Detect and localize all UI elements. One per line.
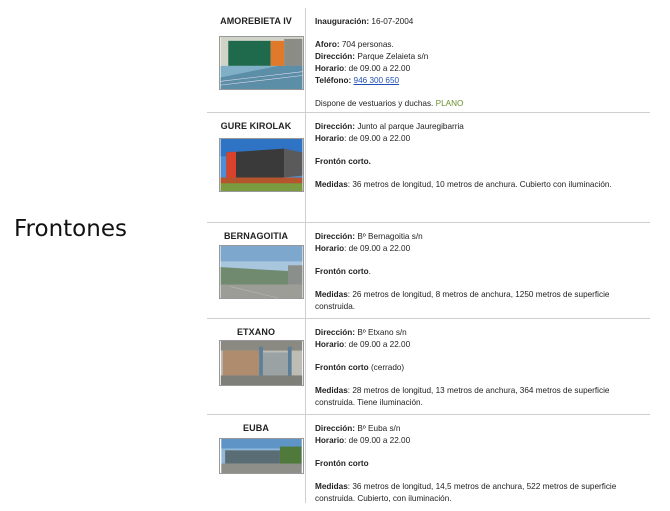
horario-label: Horario [315, 133, 345, 143]
section-title: Frontones [14, 216, 127, 242]
direccion-label: Dirección: [315, 232, 356, 241]
tipo-extra: (cerrado) [368, 363, 405, 373]
inauguracion-value: 16-07-2004 [371, 17, 414, 26]
direccion-value: Junto al parque Jauregibarria [357, 122, 464, 131]
aforo-label: Aforo: [315, 40, 340, 50]
facility-photo [219, 138, 304, 192]
nota-text: Dispone de vestuarios y duchas. [315, 98, 434, 108]
direccion-value: Bº Bernagoitia s/n [357, 232, 423, 241]
medidas-label: Medidas [315, 180, 348, 190]
direccion-label: Dirección: [315, 122, 356, 131]
facility-row-gure-kirolak: GURE KIROLAK Dirección: Junto al parque … [207, 112, 650, 222]
inauguracion-label: Inauguración: [315, 17, 370, 26]
horario-label: Horario [315, 435, 345, 445]
facility-name: BERNAGOITIA [223, 231, 289, 241]
facility-name: ETXANO [236, 327, 276, 337]
horario-value: : de 09.00 a 22.00 [344, 133, 411, 143]
direccion-value: Bº Etxano s/n [357, 328, 407, 337]
medidas-value: : 36 metros de longitud, 14,5 metros de … [315, 482, 617, 504]
telefono-link[interactable]: 946 300 650 [354, 76, 400, 85]
medidas-value: : 28 metros de longitud, 13 metros de an… [315, 386, 610, 408]
horario-value: : de 09.00 a 22.00 [344, 339, 411, 349]
horario-value: : de 09.00 a 22.00 [344, 435, 411, 445]
horario-label: Horario [315, 243, 345, 253]
direccion-value: Bº Euba s/n [357, 424, 401, 433]
direccion-label: Dirección: [315, 328, 356, 337]
medidas-value: : 26 metros de longitud, 8 metros de anc… [315, 290, 610, 312]
medidas-label: Medidas [315, 386, 348, 396]
medidas-label: Medidas [315, 482, 348, 492]
facility-row-etxano: ETXANO Dirección: Bº Etxano s/n Horario:… [207, 318, 650, 414]
tipo-value: Frontón corto [315, 267, 369, 277]
facility-photo [219, 438, 304, 474]
facility-photo [219, 36, 304, 90]
direccion-value: Parque Zelaieta s/n [357, 52, 429, 62]
facility-row-bernagoitia: BERNAGOITIA Dirección: Bº Bernagoitia s/… [207, 222, 650, 318]
facility-name: EUBA [243, 423, 269, 433]
facility-photo [219, 245, 304, 299]
facility-name: GURE KIROLAK [220, 121, 292, 131]
facility-photo [219, 340, 304, 386]
facility-list: AMOREBIETA IV Inauguración: 16-07-2004 A… [207, 8, 650, 503]
tipo-value: Frontón corto [315, 363, 369, 373]
horario-label: Horario [315, 339, 345, 349]
tipo-extra: . [368, 267, 371, 277]
direccion-label: Dirección: [315, 424, 356, 433]
horario-label: Horario [315, 63, 345, 73]
facility-name: AMOREBIETA IV [220, 16, 292, 26]
horario-value: : de 09.00 a 22.00 [344, 63, 411, 73]
plano-link[interactable]: PLANO [436, 99, 464, 108]
facility-row-amorebieta: AMOREBIETA IV Inauguración: 16-07-2004 A… [207, 8, 650, 112]
facility-row-euba: EUBA Dirección: Bº Euba s/n Horario: de … [207, 414, 650, 503]
tipo-value: Frontón corto. [315, 157, 371, 167]
aforo-value: 704 personas. [341, 40, 394, 50]
direccion-label: Dirección: [315, 52, 356, 62]
medidas-label: Medidas [315, 290, 348, 300]
horario-value: : de 09.00 a 22.00 [344, 243, 411, 253]
medidas-value: : 36 metros de longitud, 10 metros de an… [347, 180, 612, 190]
telefono-label: Teléfono: [315, 75, 352, 85]
tipo-value: Frontón corto [315, 459, 369, 469]
